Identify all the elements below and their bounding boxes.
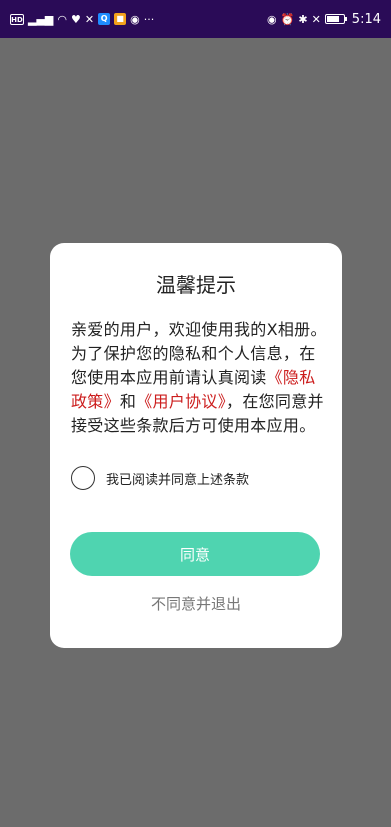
mute-icon: ✕ bbox=[311, 12, 321, 26]
more-icon: ··· bbox=[143, 12, 155, 26]
dialog-message: 亲爱的用户，欢迎使用我的X相册。为了保护您的隐私和个人信息，在您使用本应用前请认… bbox=[71, 318, 327, 438]
status-bar-left: HD ▂▄▆ ◠ ♥ ✕ Q ■ ◉ ··· bbox=[10, 13, 154, 25]
alarm-icon: ⏰ bbox=[280, 12, 295, 26]
battery-icon bbox=[324, 14, 347, 24]
status-bar: HD ▂▄▆ ◠ ♥ ✕ Q ■ ◉ ··· ◉ ⏰ ✱ ✕ 5:14 bbox=[0, 0, 391, 38]
wifi-icon: ◠ bbox=[57, 12, 67, 26]
qq-icon: Q bbox=[98, 13, 111, 25]
eye-icon: ◉ bbox=[267, 12, 277, 26]
status-time: 5:14 bbox=[351, 11, 381, 27]
message-and: 和 bbox=[119, 392, 137, 411]
app-icon: ■ bbox=[114, 13, 127, 25]
signal-icon: ▂▄▆ bbox=[28, 12, 54, 26]
bluetooth-icon: ✱ bbox=[298, 12, 308, 26]
agree-button[interactable]: 同意 bbox=[70, 532, 320, 576]
camera-icon: ◉ bbox=[130, 12, 140, 26]
heart-icon: ♥ bbox=[71, 12, 81, 26]
status-bar-right: ◉ ⏰ ✱ ✕ 5:14 bbox=[267, 12, 381, 27]
translate-icon: ✕ bbox=[84, 12, 95, 26]
decline-and-exit-link[interactable]: 不同意并退出 bbox=[50, 593, 342, 614]
dialog-title: 温馨提示 bbox=[156, 273, 236, 297]
user-agreement-link[interactable]: 《用户协议》 bbox=[136, 392, 226, 411]
privacy-dialog: 温馨提示 亲爱的用户，欢迎使用我的X相册。为了保护您的隐私和个人信息，在您使用本… bbox=[50, 243, 342, 648]
agree-radio[interactable] bbox=[71, 466, 95, 490]
hd-icon: HD bbox=[10, 13, 24, 25]
agree-checkbox-label[interactable]: 我已阅读并同意上述条款 bbox=[106, 469, 249, 488]
agree-checkbox-row[interactable]: 我已阅读并同意上述条款 bbox=[71, 466, 249, 490]
